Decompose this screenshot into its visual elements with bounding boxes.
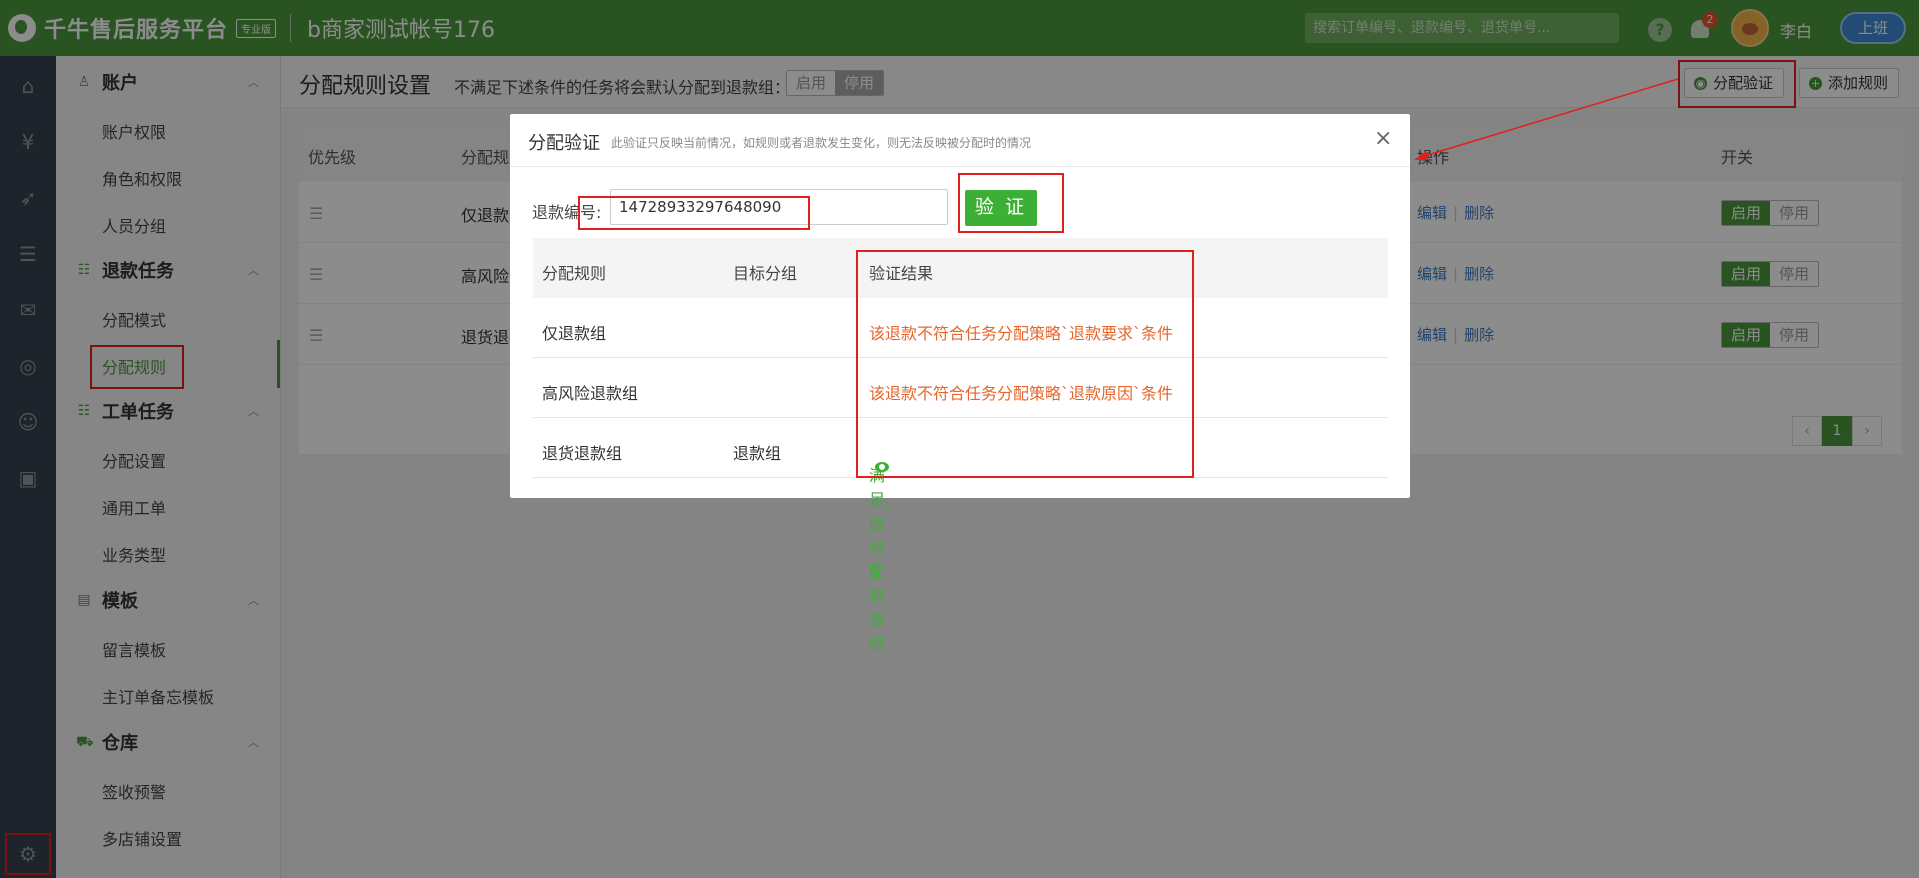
highlight-box <box>856 250 1194 478</box>
highlight-box <box>578 196 810 230</box>
dialog-title: 分配验证 <box>528 133 600 154</box>
column-header: 分配规则 <box>542 264 607 283</box>
result-text: 满足,应分配到该组 <box>869 466 891 653</box>
group-cell: 退款组 <box>733 444 782 463</box>
verify-dialog: 分配验证 此验证只反映当前情况，如规则或者退款发生变化，则无法反映被分配时的情况… <box>510 114 1410 653</box>
rule-cell: 退货退款组 <box>542 444 623 463</box>
dialog-header: 分配验证 此验证只反映当前情况，如规则或者退款发生变化，则无法反映被分配时的情况… <box>510 114 1410 167</box>
dialog-subtitle: 此验证只反映当前情况，如规则或者退款发生变化，则无法反映被分配时的情况 <box>611 136 1032 150</box>
highlight-box <box>958 173 1064 233</box>
rule-cell: 高风险退款组 <box>542 384 639 403</box>
column-header: 目标分组 <box>733 264 798 283</box>
close-icon[interactable]: × <box>1374 126 1392 151</box>
rule-cell: 仅退款组 <box>542 324 607 343</box>
